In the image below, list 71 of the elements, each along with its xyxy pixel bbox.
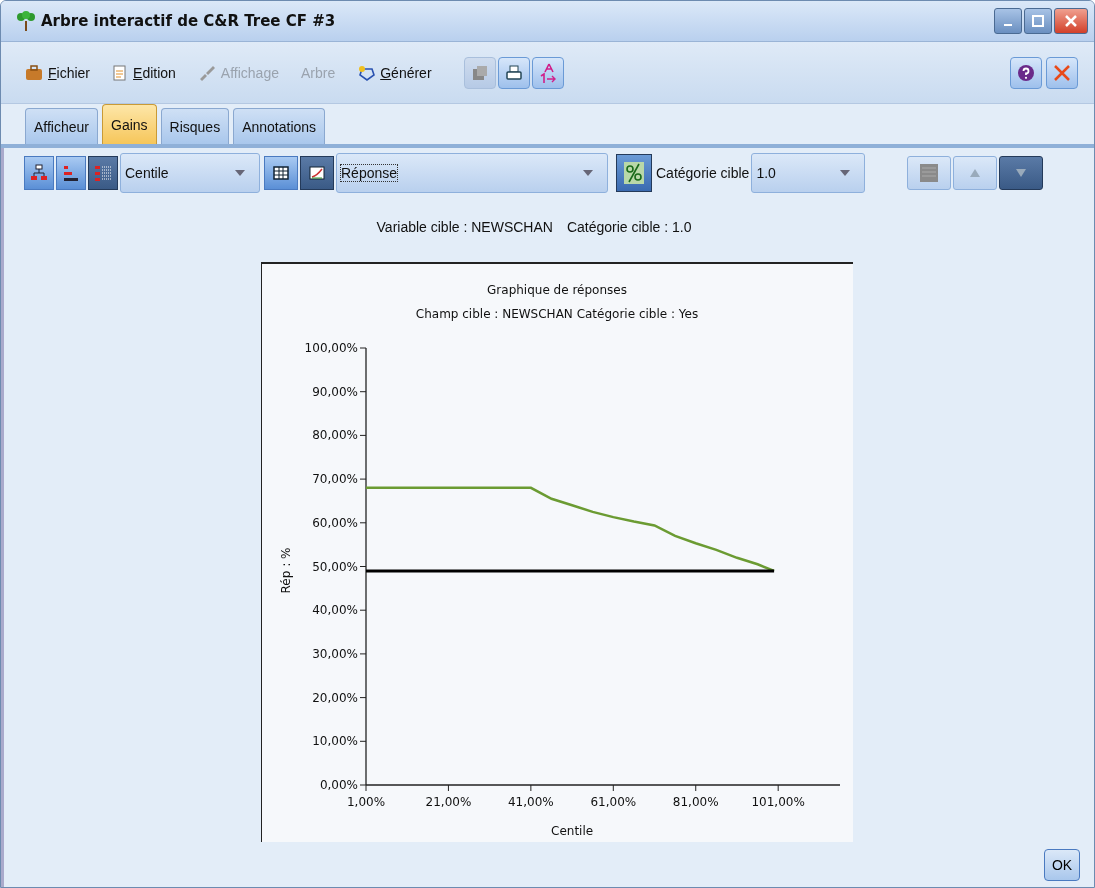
x-axis-label: Centile xyxy=(551,824,594,838)
close-icon xyxy=(1065,15,1077,27)
x-tick-label: 21,00% xyxy=(425,795,472,809)
y-tick-label: 0,00% xyxy=(319,778,358,792)
x-tick-label: 1,00% xyxy=(346,795,386,809)
list-icon xyxy=(94,164,112,182)
tab[interactable]: Gains xyxy=(102,104,157,144)
help-button[interactable] xyxy=(1010,56,1042,89)
y-tick-label: 70,00% xyxy=(312,472,358,487)
tab[interactable]: Annotations xyxy=(233,108,326,144)
chart-button[interactable] xyxy=(300,156,334,190)
tree-icon xyxy=(30,164,48,182)
menu-item[interactable]: Générer xyxy=(357,64,432,81)
y-tick-label: 20,00% xyxy=(312,690,358,705)
y-tick-label: 60,00% xyxy=(312,515,358,530)
line-chart-icon xyxy=(309,166,325,180)
maximize-icon xyxy=(1032,15,1044,27)
maximize-button[interactable] xyxy=(1024,8,1052,34)
caret-icon xyxy=(235,170,245,176)
window-title: Arbre interactif de C&R Tree CF #3 xyxy=(41,12,336,30)
list-view-button[interactable] xyxy=(56,156,86,190)
down-button[interactable] xyxy=(999,156,1044,190)
target-dropdown[interactable]: 1.0 xyxy=(751,153,866,193)
menu-item[interactable]: Fichier xyxy=(25,64,91,81)
target-label: Catégorie cible xyxy=(656,165,750,181)
x-tick-label: 81,00% xyxy=(672,795,719,809)
close-icon xyxy=(1053,63,1071,82)
tab[interactable]: Risques xyxy=(160,108,230,144)
x-tick-label: 61,00% xyxy=(590,795,637,809)
chart-subtitle: Champ cible : NEWSCHAN Catégorie cible : Yes xyxy=(415,307,699,321)
tab[interactable]: Afficheur xyxy=(25,108,98,144)
briefcase-icon xyxy=(25,64,43,81)
y-tick-label: 40,00% xyxy=(312,603,358,618)
header-text: Variable cible : NEWSCHAN xyxy=(376,219,553,235)
ok-button[interactable]: OK xyxy=(1044,849,1080,881)
close-button[interactable] xyxy=(1054,8,1088,34)
y-tick-label: 10,00% xyxy=(312,734,358,749)
grid-icon xyxy=(273,166,289,180)
table-button[interactable] xyxy=(264,156,298,190)
y-tick-label: 100,00% xyxy=(304,341,358,355)
close-button[interactable] xyxy=(1046,56,1078,89)
x-tick-label: 41,00% xyxy=(508,795,554,809)
list-icon xyxy=(919,163,940,183)
minimize-button[interactable] xyxy=(994,8,1022,34)
centile-dropdown[interactable]: Centile xyxy=(120,153,260,193)
measure-dropdown[interactable]: Réponse xyxy=(336,153,608,193)
help-icon xyxy=(1017,63,1035,82)
sort-button[interactable] xyxy=(531,56,564,89)
printer-icon xyxy=(504,63,523,82)
x-tick-label: 101,00% xyxy=(751,795,805,809)
document-icon xyxy=(112,64,129,81)
menu-item[interactable]: Edition xyxy=(112,64,176,81)
y-tick-label: 90,00% xyxy=(312,384,358,399)
down-arrow-icon xyxy=(1016,169,1027,177)
y-tick-label: 80,00% xyxy=(312,428,358,443)
y-tick-label: 50,00% xyxy=(312,559,358,574)
caret-icon xyxy=(840,170,851,176)
copy-icon xyxy=(470,63,489,82)
bars-icon xyxy=(62,164,80,182)
detail-view-button[interactable] xyxy=(88,156,118,190)
profit-button[interactable] xyxy=(616,154,652,192)
y-axis-label: Rép : % xyxy=(279,547,293,594)
caret-icon xyxy=(583,170,593,176)
sort-icon xyxy=(538,61,557,84)
tree-icon xyxy=(15,11,37,31)
chart-title: Graphique de réponses xyxy=(487,283,627,297)
print-button[interactable] xyxy=(497,56,530,89)
minimize-icon xyxy=(1004,24,1012,26)
y-tick-label: 30,00% xyxy=(312,646,358,661)
header-text: Catégorie cible : 1.0 xyxy=(566,219,692,235)
up-arrow-icon xyxy=(970,169,981,177)
